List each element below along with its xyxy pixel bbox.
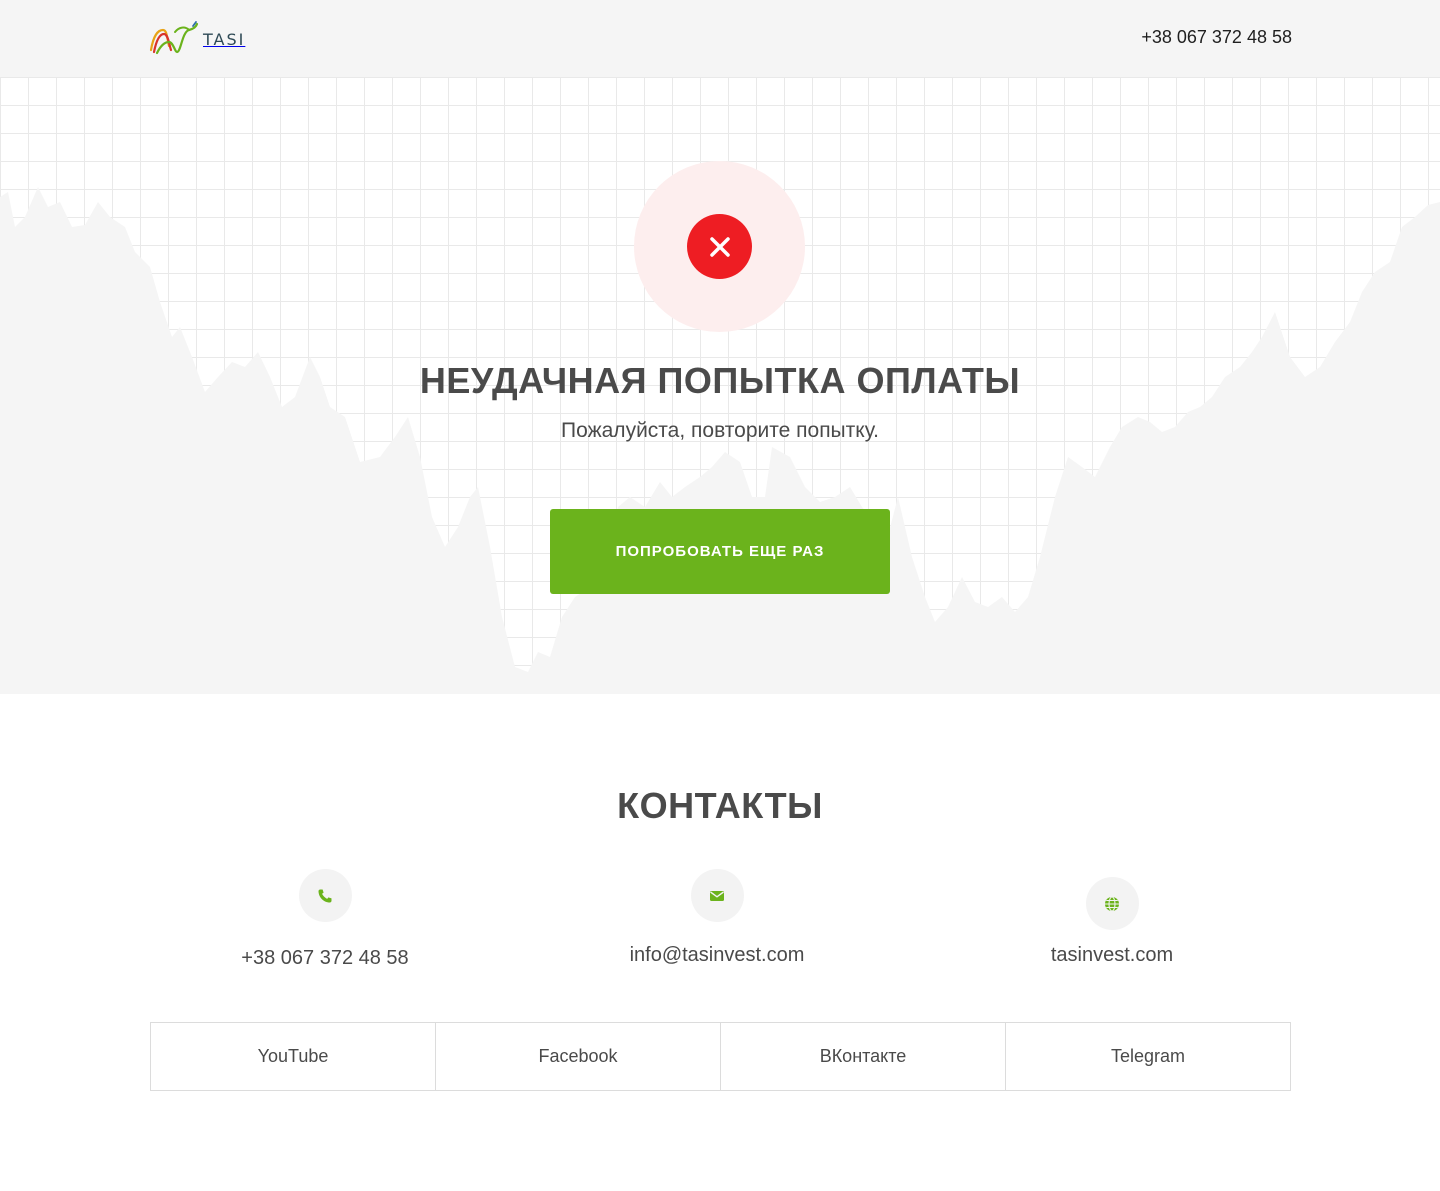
contact-website-icon-badge xyxy=(1085,877,1139,930)
social-link-youtube[interactable]: YouTube xyxy=(151,1023,436,1090)
logo-text: TASI xyxy=(203,30,246,49)
contact-phone-link[interactable]: +38 067 372 48 58 xyxy=(175,947,475,970)
contact-phone-icon-badge xyxy=(298,869,352,922)
contact-website: tasinvest.com xyxy=(962,877,1262,967)
contact-email: info@tasinvest.com xyxy=(567,869,867,967)
close-icon xyxy=(709,236,730,257)
error-status-badge xyxy=(634,161,805,332)
page-title: НЕУДАЧНАЯ ПОПЫТКА ОПЛАТЫ xyxy=(419,360,1021,401)
site-header: TASI +38 067 372 48 58 xyxy=(0,0,1440,77)
social-link-telegram[interactable]: Telegram xyxy=(1006,1023,1290,1090)
logo[interactable]: TASI xyxy=(149,20,259,56)
bull-logo-icon xyxy=(149,21,199,55)
globe-icon xyxy=(1105,895,1119,912)
phone-icon xyxy=(318,889,332,902)
retry-payment-button[interactable]: ПОПРОБОВАТЬ ЕЩЕ РАЗ xyxy=(550,509,890,594)
contacts-title: КОНТАКТЫ xyxy=(617,785,823,826)
error-status-circle xyxy=(687,214,752,279)
social-link-facebook[interactable]: Facebook xyxy=(436,1023,721,1090)
payment-error-section: НЕУДАЧНАЯ ПОПЫТКА ОПЛАТЫ Пожалуйста, пов… xyxy=(0,77,1440,694)
mail-icon xyxy=(710,890,724,901)
page-subtitle: Пожалуйста, повторите попытку. xyxy=(561,419,879,442)
social-link-vkontakte[interactable]: ВКонтакте xyxy=(721,1023,1006,1090)
contact-email-link[interactable]: info@tasinvest.com xyxy=(567,944,867,967)
contact-phone: +38 067 372 48 58 xyxy=(175,869,475,970)
contact-website-link[interactable]: tasinvest.com xyxy=(962,944,1262,967)
header-phone-link[interactable]: +38 067 372 48 58 xyxy=(1141,27,1292,48)
contact-email-icon-badge xyxy=(690,869,744,922)
social-links: YouTube Facebook ВКонтакте Telegram xyxy=(150,1022,1291,1091)
